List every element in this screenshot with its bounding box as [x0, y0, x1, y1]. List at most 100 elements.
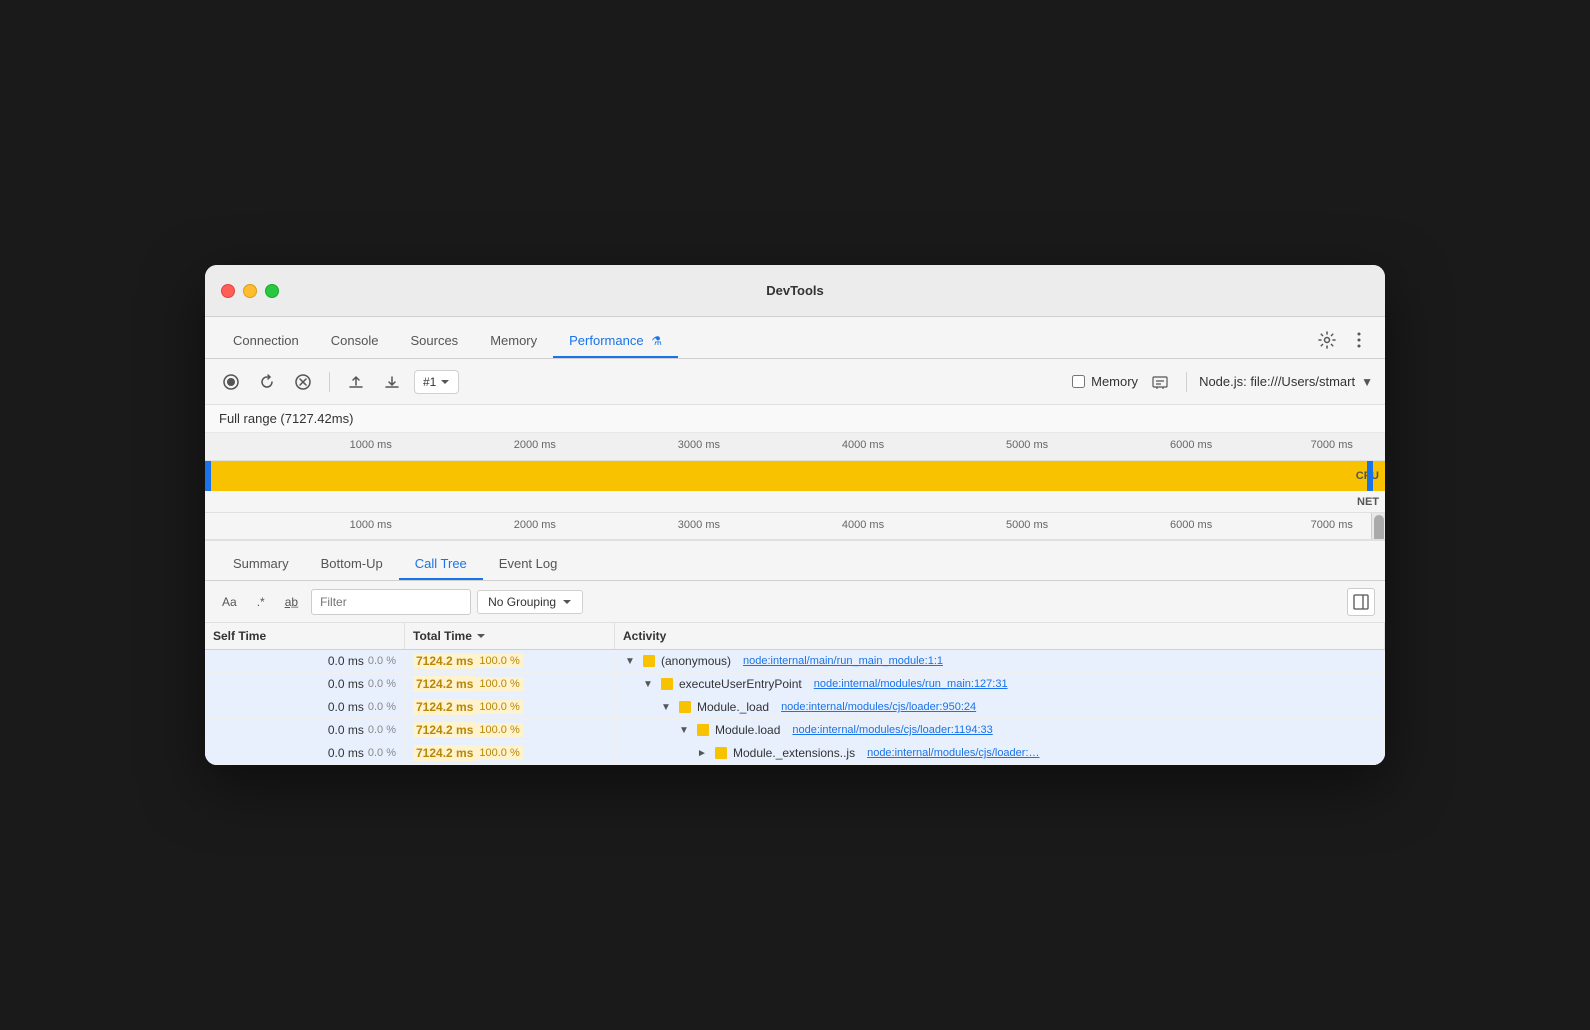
- ruler-ticks: 1000 ms 2000 ms 3000 ms 4000 ms 5000 ms …: [209, 433, 1381, 460]
- table-row: 0.0 ms 0.0 % 7124.2 ms 100.0 % ▼ Module.…: [205, 719, 1385, 742]
- tick-7000: 7000 ms: [1311, 439, 1353, 451]
- memory-checkbox-input[interactable]: [1072, 375, 1085, 388]
- memory-checkbox[interactable]: Memory: [1072, 374, 1138, 389]
- time-ruler-top: 1000 ms 2000 ms 3000 ms 4000 ms 5000 ms …: [205, 433, 1385, 461]
- tabbar: Connection Console Sources Memory Perfor…: [205, 317, 1385, 359]
- table-row: 0.0 ms 0.0 % 7124.2 ms 100.0 % ▼ Module.…: [205, 696, 1385, 719]
- tick-1000: 1000 ms: [350, 439, 392, 451]
- expand-icon-3[interactable]: ▼: [677, 723, 691, 737]
- th-activity: Activity: [615, 623, 1385, 649]
- td-activity-0: ▼ (anonymous) node:internal/main/run_mai…: [615, 650, 1385, 672]
- toolbar: #1 Memory Node.js: file:///Users/stmart …: [205, 359, 1385, 405]
- td-total-3: 7124.2 ms 100.0 %: [405, 719, 615, 741]
- bottom-tabbar: Summary Bottom-Up Call Tree Event Log: [205, 541, 1385, 581]
- case-toggle[interactable]: ab̲: [278, 590, 305, 614]
- btick-1000: 1000 ms: [350, 519, 392, 531]
- tab-performance[interactable]: Performance ⚗: [553, 325, 678, 358]
- expand-icon-0[interactable]: ▼: [623, 654, 637, 668]
- td-total-2: 7124.2 ms 100.0 %: [405, 696, 615, 718]
- expand-icon-4[interactable]: ►: [695, 746, 709, 760]
- expand-icon-2[interactable]: ▼: [659, 700, 673, 714]
- tick-2000: 2000 ms: [514, 439, 556, 451]
- td-activity-2: ▼ Module._load node:internal/modules/cjs…: [615, 696, 1385, 718]
- expand-icon-1[interactable]: ▼: [641, 677, 655, 691]
- td-self-3: 0.0 ms 0.0 %: [205, 719, 405, 741]
- traffic-lights: [221, 284, 279, 298]
- td-self-1: 0.0 ms 0.0 %: [205, 673, 405, 695]
- table-container: Self Time Total Time Activity 0.0 ms 0.0…: [205, 623, 1385, 765]
- panel-toggle-button[interactable]: [1347, 588, 1375, 616]
- th-total-time[interactable]: Total Time: [405, 623, 615, 649]
- td-activity-1: ▼ executeUserEntryPoint node:internal/mo…: [615, 673, 1385, 695]
- td-activity-4: ► Module._extensions..js node:internal/m…: [615, 742, 1385, 764]
- range-label: Full range (7127.42ms): [219, 411, 353, 426]
- btick-6000: 6000 ms: [1170, 519, 1212, 531]
- separator-2: [1186, 372, 1187, 392]
- td-self-2: 0.0 ms 0.0 %: [205, 696, 405, 718]
- activity-link-1[interactable]: node:internal/modules/run_main:127:31: [814, 678, 1008, 690]
- aa-toggle[interactable]: Aa: [215, 590, 244, 614]
- titlebar: DevTools: [205, 265, 1385, 317]
- activity-link-0[interactable]: node:internal/main/run_main_module:1:1: [743, 655, 943, 667]
- profile-label: #1: [423, 375, 436, 389]
- tab-summary[interactable]: Summary: [217, 549, 305, 580]
- tab-console[interactable]: Console: [315, 325, 395, 358]
- table-body: 0.0 ms 0.0 % 7124.2 ms 100.0 % ▼ (anonym…: [205, 650, 1385, 765]
- activity-icon-3: [697, 724, 709, 736]
- td-self-0: 0.0 ms 0.0 %: [205, 650, 405, 672]
- tab-event-log[interactable]: Event Log: [483, 549, 574, 580]
- minimize-button[interactable]: [243, 284, 257, 298]
- upload-button[interactable]: [342, 368, 370, 396]
- activity-icon-1: [661, 678, 673, 690]
- tick-4000: 4000 ms: [842, 439, 884, 451]
- activity-name-4: Module._extensions..js: [733, 746, 855, 760]
- tab-bottom-up[interactable]: Bottom-Up: [305, 549, 399, 580]
- tab-call-tree[interactable]: Call Tree: [399, 549, 483, 580]
- scrollbar-thumb[interactable]: [1374, 515, 1384, 541]
- profile-selector[interactable]: #1: [414, 370, 459, 394]
- net-label: NET: [1357, 496, 1379, 508]
- scrollbar[interactable]: [1371, 513, 1385, 539]
- activity-name-1: executeUserEntryPoint: [679, 677, 802, 691]
- btick-2000: 2000 ms: [514, 519, 556, 531]
- activity-icon-0: [643, 655, 655, 667]
- btick-7000: 7000 ms: [1311, 519, 1353, 531]
- timeline-handle-right[interactable]: [1367, 461, 1373, 491]
- activity-link-3[interactable]: node:internal/modules/cjs/loader:1194:33: [792, 724, 992, 736]
- refresh-button[interactable]: [253, 368, 281, 396]
- table-row: 0.0 ms 0.0 % 7124.2 ms 100.0 % ▼ (anonym…: [205, 650, 1385, 673]
- node-selector[interactable]: Node.js: file:///Users/stmart ▼: [1199, 374, 1373, 389]
- tab-connection[interactable]: Connection: [217, 325, 315, 358]
- table-row: 0.0 ms 0.0 % 7124.2 ms 100.0 % ► Module.…: [205, 742, 1385, 765]
- tab-sources[interactable]: Sources: [394, 325, 474, 358]
- regex-toggle[interactable]: .*: [250, 590, 272, 614]
- table-row: 0.0 ms 0.0 % 7124.2 ms 100.0 % ▼ execute…: [205, 673, 1385, 696]
- node-label: Node.js: file:///Users/stmart: [1199, 374, 1355, 389]
- flask-icon: ⚗: [651, 334, 662, 348]
- tabbar-actions: [1317, 330, 1369, 350]
- close-button[interactable]: [221, 284, 235, 298]
- td-total-4: 7124.2 ms 100.0 %: [405, 742, 615, 764]
- btick-4000: 4000 ms: [842, 519, 884, 531]
- activity-name-0: (anonymous): [661, 654, 731, 668]
- more-icon[interactable]: [1349, 330, 1369, 350]
- tab-memory[interactable]: Memory: [474, 325, 553, 358]
- clear-button[interactable]: [289, 368, 317, 396]
- memory-icon[interactable]: [1146, 368, 1174, 396]
- filter-input[interactable]: [311, 589, 471, 615]
- activity-link-4[interactable]: node:internal/modules/cjs/loader:…: [867, 747, 1039, 759]
- record-button[interactable]: [217, 368, 245, 396]
- activity-link-2[interactable]: node:internal/modules/cjs/loader:950:24: [781, 701, 976, 713]
- separator-1: [329, 372, 330, 392]
- time-ruler-bottom: 1000 ms 2000 ms 3000 ms 4000 ms 5000 ms …: [205, 513, 1385, 541]
- th-self-time: Self Time: [205, 623, 405, 649]
- maximize-button[interactable]: [265, 284, 279, 298]
- td-self-4: 0.0 ms 0.0 %: [205, 742, 405, 764]
- timeline-handle-left[interactable]: [205, 461, 211, 491]
- grouping-select[interactable]: No Grouping: [477, 590, 583, 614]
- timeline-header: Full range (7127.42ms): [205, 405, 1385, 433]
- td-activity-3: ▼ Module.load node:internal/modules/cjs/…: [615, 719, 1385, 741]
- download-button[interactable]: [378, 368, 406, 396]
- td-total-0: 7124.2 ms 100.0 %: [405, 650, 615, 672]
- settings-icon[interactable]: [1317, 330, 1337, 350]
